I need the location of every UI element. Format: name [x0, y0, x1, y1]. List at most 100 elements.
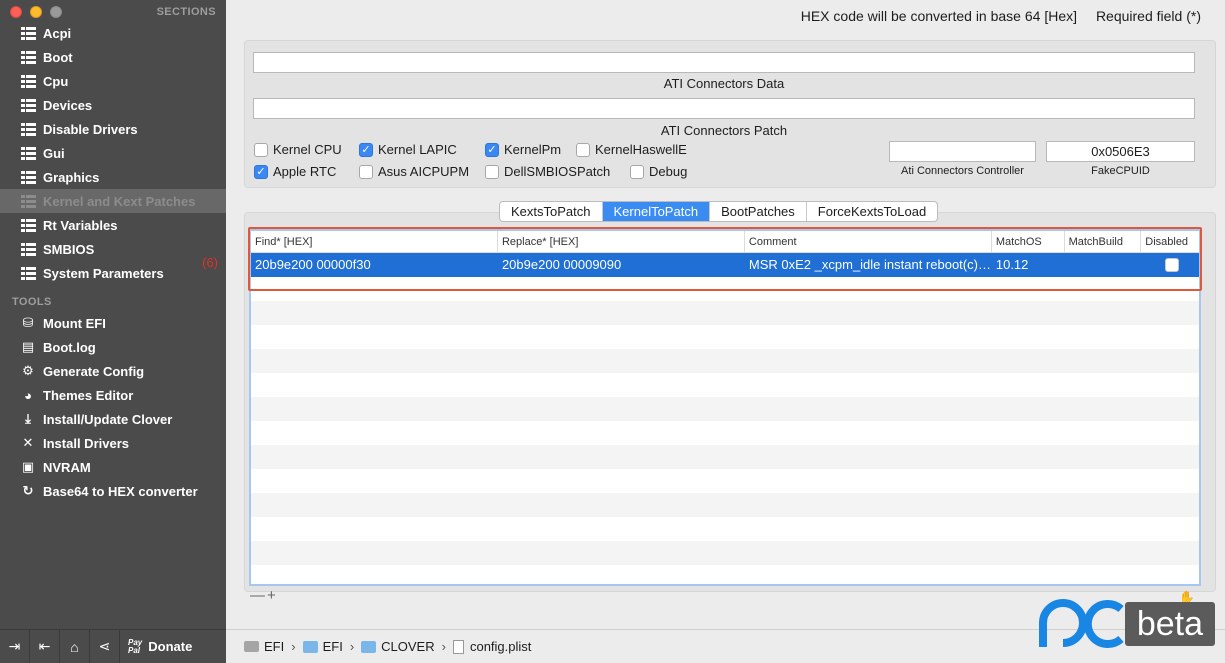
empty-row — [251, 517, 1199, 541]
sidebar-item-nvram[interactable]: ▣ NVRAM — [0, 455, 226, 479]
dellsmbiospatch-checkbox[interactable]: DellSMBIOSPatch — [485, 164, 610, 179]
empty-row — [251, 493, 1199, 517]
patch-tabs: KextsToPatch KernelToPatch BootPatches F… — [499, 201, 939, 222]
sidebar-item-system-parameters[interactable]: System Parameters — [0, 261, 226, 285]
sidebar-item-rt-variables[interactable]: Rt Variables — [0, 213, 226, 237]
sidebar-item-boot-log[interactable]: ▤ Boot.log — [0, 335, 226, 359]
gears-icon: ⚙ — [22, 363, 34, 378]
palette-icon: ◕ — [24, 387, 32, 403]
sidebar-item-label: Devices — [43, 97, 93, 113]
home-icon[interactable]: ⌂ — [60, 629, 90, 663]
column-header-find[interactable]: Find* [HEX] — [251, 231, 498, 252]
checkbox-box — [359, 164, 373, 179]
checkbox-label: Asus AICPUPM — [378, 164, 470, 179]
path-separator: › — [349, 639, 355, 654]
sidebar-item-install-update-clover[interactable]: ⤓ Install/Update Clover — [0, 407, 226, 431]
empty-row — [251, 397, 1199, 421]
sidebar-item-generate-config[interactable]: ⚙ Generate Config — [0, 359, 226, 383]
checkbox-label: Kernel CPU — [273, 142, 342, 157]
kernelhaswelle-checkbox[interactable]: KernelHaswellE — [576, 142, 687, 157]
folder-icon — [361, 640, 377, 653]
sidebar-item-boot[interactable]: Boot — [0, 45, 226, 69]
path-crumb-efi-volume[interactable]: EFI — [244, 639, 284, 654]
column-header-matchos[interactable]: MatchOS — [992, 231, 1065, 252]
kernel-options-group: ATI Connectors Data ATI Connectors Patch… — [244, 40, 1216, 188]
sidebar-item-smbios[interactable]: SMBIOS — [0, 237, 226, 261]
smbios-badge: (6) — [202, 255, 218, 270]
sidebar-item-devices[interactable]: Devices — [0, 93, 226, 117]
tab-kexts-to-patch[interactable]: KextsToPatch — [500, 202, 603, 221]
logo-text: beta — [1124, 602, 1215, 646]
kernel-lapic-checkbox[interactable]: ✓ Kernel LAPIC — [359, 142, 457, 157]
donate-button[interactable]: Pay Pal Donate — [128, 638, 192, 655]
cell-comment[interactable]: MSR 0xE2 _xcpm_idle instant reboot(c) Pi… — [745, 253, 992, 277]
kernel-cpu-checkbox[interactable]: Kernel CPU — [254, 142, 342, 157]
ati-connectors-controller-field[interactable] — [889, 141, 1036, 162]
share-icon[interactable]: ⋖ — [90, 629, 120, 663]
grid-icon — [20, 73, 36, 89]
log-icon: ▤ — [21, 339, 35, 354]
sidebar-item-base64-to-hex-converter[interactable]: ↻ Base64 to HEX converter — [0, 479, 226, 503]
sidebar-item-gui[interactable]: Gui — [0, 141, 226, 165]
sidebar-item-themes-editor[interactable]: ◕ Themes Editor — [0, 383, 226, 407]
tab-kernel-to-patch[interactable]: KernelToPatch — [602, 202, 711, 221]
sidebar-item-mount-efi[interactable]: ⛁ Mount EFI — [0, 311, 226, 335]
ati-connectors-patch-label: ATI Connectors Patch — [660, 123, 788, 138]
cell-matchos[interactable]: 10.12 — [992, 253, 1065, 277]
sidebar-item-install-drivers[interactable]: ✕ Install Drivers — [0, 431, 226, 455]
pc-logo-icon — [1038, 599, 1124, 648]
sidebar-item-label: Acpi — [43, 25, 72, 41]
table-row[interactable]: 20b9e200 00000f30 20b9e200 00009090 MSR … — [251, 253, 1199, 277]
empty-row — [251, 301, 1199, 325]
column-header-matchbuild[interactable]: MatchBuild — [1065, 231, 1142, 252]
cell-find[interactable]: 20b9e200 00000f30 — [251, 253, 498, 277]
mount-efi-icon: ⛁ — [22, 315, 34, 330]
chip-icon: ▣ — [21, 459, 35, 474]
sidebar-item-graphics[interactable]: Graphics — [0, 165, 226, 189]
sidebar-item-label: Boot.log — [43, 339, 96, 355]
kernelpm-checkbox[interactable]: ✓ KernelPm — [485, 142, 561, 157]
kernel-to-patch-table[interactable]: Find* [HEX] Replace* [HEX] Comment Match… — [249, 229, 1201, 586]
grid-icon — [20, 193, 36, 209]
sidebar-item-acpi[interactable]: Acpi — [0, 21, 226, 45]
column-header-comment[interactable]: Comment — [745, 231, 992, 252]
grid-icon — [20, 217, 36, 233]
debug-checkbox[interactable]: Debug — [630, 164, 687, 179]
checkbox-box — [576, 142, 590, 157]
sidebar-item-cpu[interactable]: Cpu — [0, 69, 226, 93]
logout-icon[interactable]: ⇤ — [30, 629, 60, 663]
column-header-disabled[interactable]: Disabled — [1141, 231, 1199, 252]
sidebar-item-disable-drivers[interactable]: Disable Drivers — [0, 117, 226, 141]
checkmark-icon: ✓ — [359, 142, 373, 157]
path-crumb-efi-folder[interactable]: EFI — [302, 639, 343, 654]
close-window-button[interactable] — [10, 6, 22, 18]
empty-row — [251, 469, 1199, 493]
sidebar-item-label: SMBIOS — [43, 241, 95, 257]
apple-rtc-checkbox[interactable]: ✓ Apple RTC — [254, 164, 336, 179]
asus-aicpupm-checkbox[interactable]: Asus AICPUPM — [359, 164, 469, 179]
path-crumb-config-plist[interactable]: config.plist — [452, 639, 531, 654]
empty-row — [251, 373, 1199, 397]
checkbox-box — [630, 164, 644, 179]
cell-matchbuild[interactable] — [1065, 253, 1142, 277]
grid-icon — [20, 121, 36, 137]
path-separator: › — [291, 639, 296, 654]
empty-row — [251, 325, 1199, 349]
disabled-checkbox[interactable] — [1165, 258, 1180, 272]
zoom-window-button[interactable] — [50, 6, 62, 18]
empty-row — [251, 445, 1199, 469]
cell-replace[interactable]: 20b9e200 00009090 — [498, 253, 745, 277]
tab-boot-patches[interactable]: BootPatches — [710, 202, 807, 221]
login-icon[interactable]: ⇥ — [0, 629, 30, 663]
fakecpuid-field[interactable]: 0x0506E3 — [1046, 141, 1195, 162]
ati-connectors-data-field[interactable] — [253, 52, 1195, 73]
sidebar-item-kernel-and-kext-patches[interactable]: Kernel and Kext Patches — [0, 189, 226, 213]
minimize-window-button[interactable] — [30, 6, 42, 18]
checkmark-icon: ✓ — [485, 142, 499, 157]
add-remove-buttons[interactable]: —+ — [250, 587, 278, 604]
path-crumb-clover[interactable]: CLOVER — [361, 639, 435, 654]
tab-force-kexts-to-load[interactable]: ForceKextsToLoad — [807, 202, 937, 221]
checkbox-label: Apple RTC — [273, 164, 337, 179]
column-header-replace[interactable]: Replace* [HEX] — [498, 231, 745, 252]
ati-connectors-patch-field[interactable] — [253, 98, 1195, 119]
